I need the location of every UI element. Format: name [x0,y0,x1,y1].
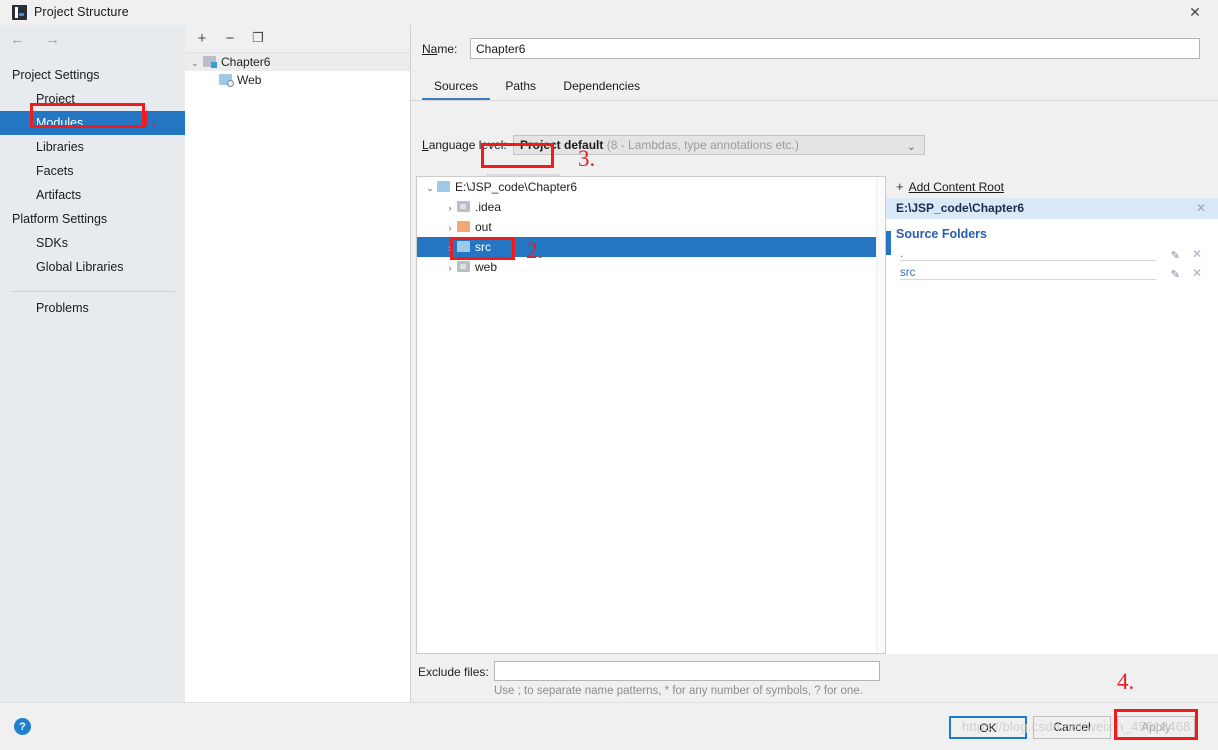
gray-folder-icon [457,261,470,272]
source-folder-row-dot[interactable]: . ✎ ✕ [886,245,1218,264]
module-folder-icon [203,56,217,68]
chevron-down-icon[interactable]: ⌄ [423,178,437,198]
web-facet-icon [219,74,234,87]
back-arrow-icon[interactable]: ← [10,31,25,48]
tree-row-label: web [475,260,498,274]
add-content-root-label: Add Content Root [908,180,1004,194]
chevron-down-icon[interactable]: ⌄ [907,138,916,156]
exclude-files-hint: Use ; to separate name patterns, * for a… [494,685,863,697]
remove-source-folder-icon[interactable]: ✕ [1192,245,1202,264]
gray-folder-icon [457,201,470,212]
add-content-root-button[interactable]: + Add Content Root [886,176,1218,198]
blue-folder-icon [437,181,450,192]
annotation-number-2: 2. [526,238,544,263]
annotation-box-4 [1114,709,1198,740]
annotation-box-1 [30,103,145,128]
tree-row-label: out [475,220,492,234]
chevron-right-icon[interactable]: › [443,198,457,218]
content-root-item[interactable]: E:\JSP_code\Chapter6 ✕ [886,198,1218,219]
tree-row-out[interactable]: › out [417,217,885,237]
copy-module-icon[interactable]: ❐ [249,29,267,47]
remove-module-icon[interactable]: − [221,29,239,47]
module-label: Chapter6 [221,55,271,69]
tree-row-content-root[interactable]: ⌄ E:\JSP_code\Chapter6 [417,177,885,197]
close-icon[interactable]: ✕ [1172,0,1218,25]
annotation-box-2 [450,237,515,260]
remove-source-folder-icon[interactable]: ✕ [1192,264,1202,283]
exclude-files-label: Exclude files: [418,665,489,679]
title-bar: Project Structure ✕ [0,0,1218,26]
source-folder-row-src[interactable]: src ✎ ✕ [886,264,1218,283]
help-icon[interactable]: ? [14,718,31,735]
add-module-icon[interactable]: + [193,29,211,47]
tree-row-label: .idea [475,200,502,214]
source-folder-label: . [900,248,904,260]
sidebar-divider [12,291,175,292]
sidebar-item-facets[interactable]: Facets [0,159,185,183]
sidebar-group-project-settings: Project Settings [12,68,100,82]
row-underline [900,279,1156,280]
nav-history-controls: ← → [10,31,76,48]
edit-pencil-icon[interactable]: ✎ [1171,266,1180,285]
sidebar-item-artifacts[interactable]: Artifacts [0,183,185,207]
remove-content-root-icon[interactable]: ✕ [1196,198,1206,219]
modules-toolbar: + − ❐ [185,25,410,53]
sidebar-group-platform-settings: Platform Settings [12,212,108,226]
facet-label: Web [237,73,262,87]
annotation-number-1: 1. [140,106,158,131]
content-roots-panel: + Add Content Root E:\JSP_code\Chapter6 ✕… [886,176,1218,654]
tree-row-idea[interactable]: › .idea [417,197,885,217]
modules-panel: + − ❐ ⌄ Chapter6 Web [185,25,411,702]
tree-scrollbar[interactable] [876,177,885,653]
tree-row-label: E:\JSP_code\Chapter6 [455,180,578,194]
module-tree-row-web[interactable]: Web [185,71,410,89]
orange-folder-icon [457,221,470,232]
intellij-idea-icon [12,5,27,20]
sidebar-item-global-libraries[interactable]: Global Libraries [0,255,185,279]
project-structure-dialog: Project Structure ✕ ← → Project Settings… [0,0,1218,750]
annotation-box-3 [481,143,554,168]
language-level-select[interactable]: Project default (8 - Lambdas, type annot… [513,135,925,155]
sidebar-item-sdks[interactable]: SDKs [0,231,185,255]
plus-icon: + [896,179,904,194]
chevron-down-icon[interactable]: ⌄ [191,54,203,72]
tree-row-web[interactable]: › web [417,257,885,277]
source-folders-heading: Source Folders [896,227,987,241]
exclude-files-input[interactable] [494,661,880,681]
row-underline [900,260,1156,261]
sidebar-item-libraries[interactable]: Libraries [0,135,185,159]
source-folder-label: src [900,267,916,279]
language-level-hint: (8 - Lambdas, type annotations etc.) [606,138,799,152]
forward-arrow-icon[interactable]: → [45,31,60,48]
window-title: Project Structure [34,5,129,19]
chevron-right-icon[interactable]: › [443,218,457,238]
chevron-right-icon[interactable]: › [443,258,457,278]
sidebar-item-problems[interactable]: Problems [0,296,185,320]
sidebar-list: Project Settings Project Modules Librari… [0,63,185,320]
annotation-number-3: 3. [578,146,596,171]
annotation-number-4: 4. [1117,669,1135,694]
module-tree-row-chapter6[interactable]: ⌄ Chapter6 [185,53,410,71]
content-root-path: E:\JSP_code\Chapter6 [896,201,1025,215]
